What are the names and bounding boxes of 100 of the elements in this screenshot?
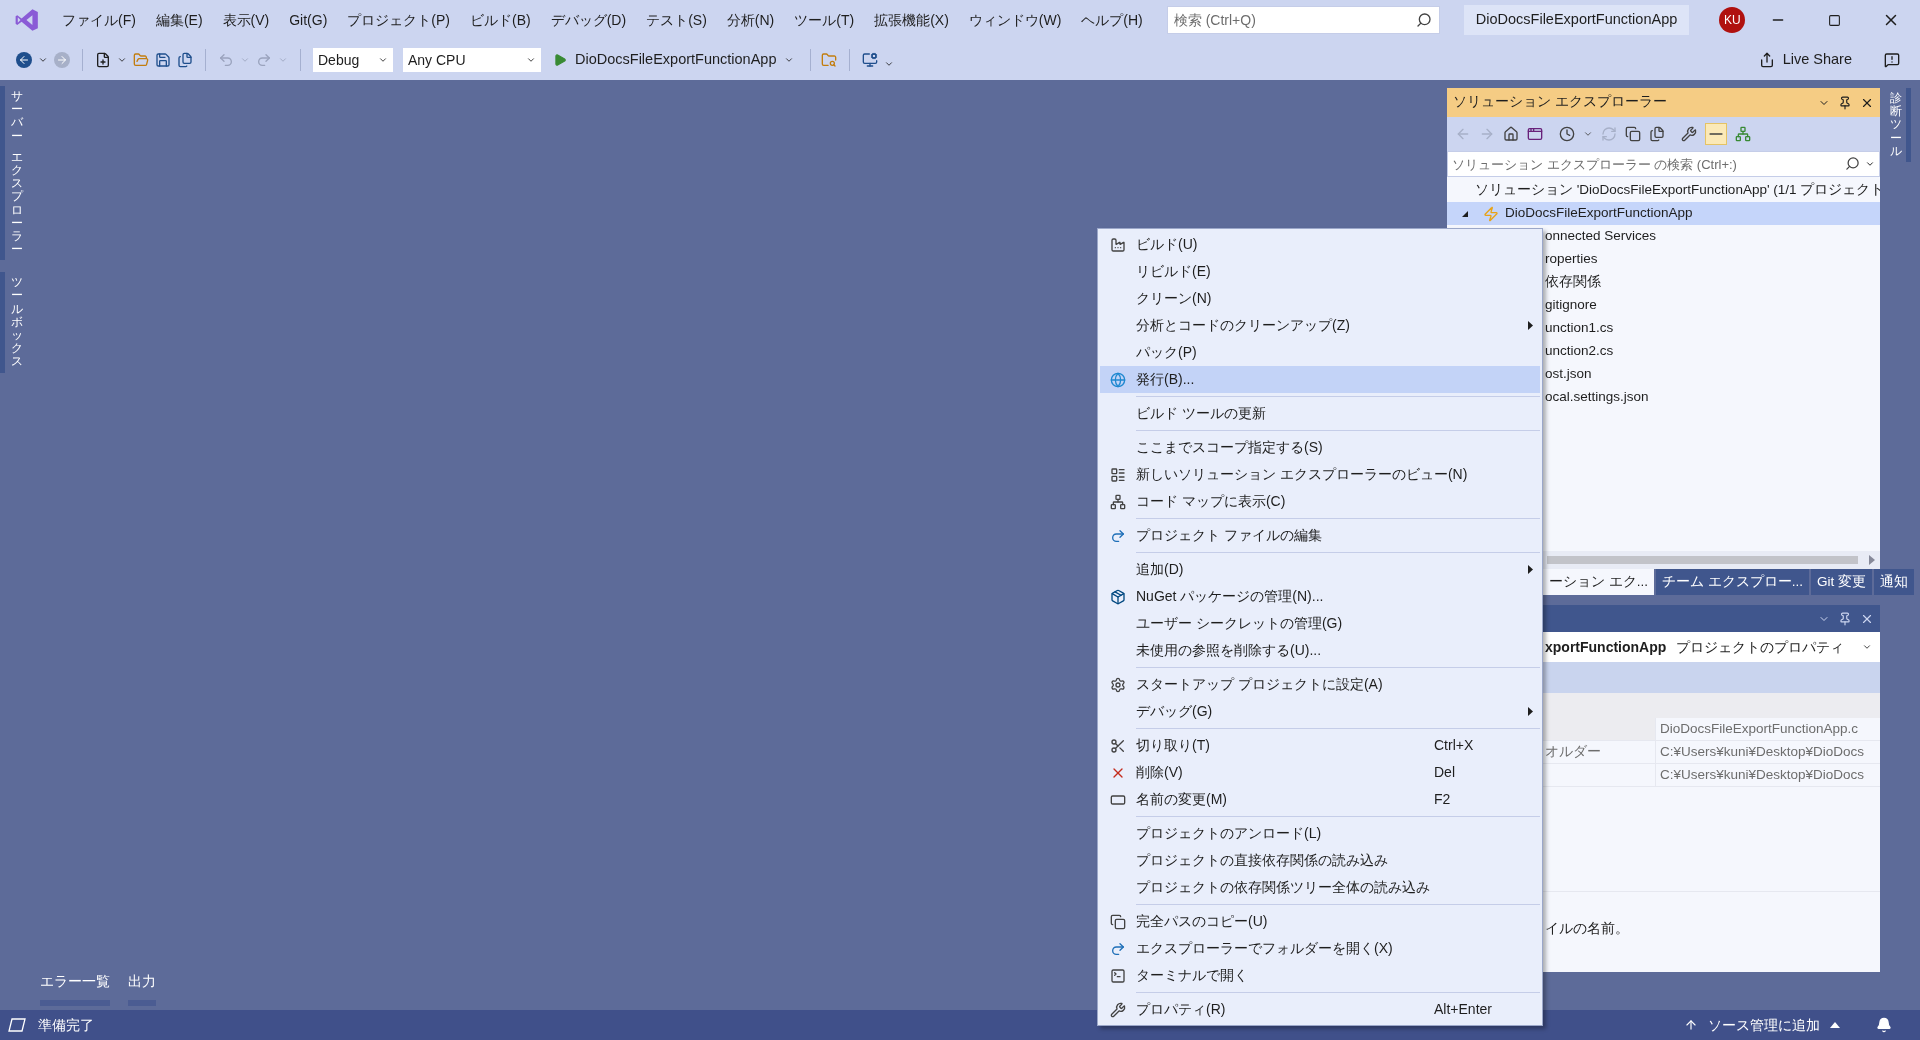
menu-item[interactable]: リビルド(E) [1100, 258, 1540, 285]
live-share-button[interactable]: Live Share [1752, 46, 1858, 74]
source-control-button[interactable]: ソース管理に追加 [1708, 1014, 1840, 1036]
menu-item[interactable]: スタートアップ プロジェクトに設定(A) [1100, 671, 1540, 698]
menu-item[interactable]: パック(P) [1100, 339, 1540, 366]
back-icon[interactable] [16, 52, 32, 68]
property-value: DioDocsFileExportFunctionApp.c [1655, 718, 1880, 740]
menu-item[interactable]: デバッグ(D) [540, 5, 637, 35]
wrench-icon [1110, 1001, 1126, 1018]
tree-item-label: gitignore [1545, 296, 1597, 315]
caret-icon[interactable] [884, 59, 895, 69]
caret-icon [1862, 642, 1872, 652]
panel-tab[interactable]: チーム エクスプロー... [1656, 569, 1810, 595]
start-button[interactable]: DioDocsFileExportFunctionApp [547, 47, 801, 73]
menu-item[interactable]: ウィンドウ(W) [958, 5, 1072, 35]
scrollbar-thumb[interactable] [1547, 556, 1858, 564]
menu-item[interactable]: テスト(S) [636, 5, 717, 35]
menu-item[interactable]: 完全パスのコピー(U) [1100, 908, 1540, 935]
menu-item[interactable]: エクスプローラーでフォルダーを開く(X) [1100, 935, 1540, 962]
menu-item[interactable]: コード マップに表示(C) [1100, 488, 1540, 515]
menu-item[interactable]: ここまでスコープ指定する(S) [1100, 434, 1540, 461]
menu-item[interactable]: ビルド(B) [460, 5, 541, 35]
caret-up-icon [1830, 1022, 1840, 1028]
bell-icon[interactable] [1876, 1017, 1892, 1033]
caret-icon[interactable] [38, 55, 48, 65]
caret-icon[interactable] [1583, 129, 1593, 139]
caret-icon[interactable] [1865, 159, 1875, 169]
tree-item-label: ocal.settings.json [1545, 388, 1649, 407]
expanded-icon[interactable] [1461, 209, 1469, 218]
menu-item[interactable]: 拡張機能(X) [864, 5, 959, 35]
menu-item[interactable]: 分析(N) [716, 5, 785, 35]
list-window-icon [1110, 466, 1126, 483]
wrench-icon[interactable] [1681, 126, 1697, 142]
menu-item[interactable]: ビルド(U) [1100, 231, 1540, 258]
folder-search-icon[interactable] [821, 52, 838, 68]
menu-item[interactable]: 表示(V) [212, 5, 280, 35]
menu-item[interactable]: 新しいソリューション エクスプローラーのビュー(N) [1100, 461, 1540, 488]
tree-item[interactable]: ソリューション 'DioDocsFileExportFunctionApp' (1/1 プロジェクト [1447, 179, 1880, 202]
arrow-up-icon[interactable] [1684, 1018, 1698, 1032]
menu-item[interactable]: Git(G) [279, 5, 338, 35]
scroll-right-icon[interactable] [1868, 555, 1876, 565]
panel-tab[interactable]: 通知 [1874, 569, 1915, 595]
menu-item[interactable]: プロジェクト(P) [337, 5, 460, 35]
diagram-icon[interactable] [1735, 126, 1751, 142]
side-tab-label: サーバー [10, 90, 23, 143]
logo-icon[interactable] [14, 7, 40, 33]
home-icon[interactable] [1503, 126, 1519, 142]
menu-item[interactable]: プロジェクト ファイルの編集 [1100, 522, 1540, 549]
open-folder-icon[interactable] [133, 52, 149, 68]
search-field[interactable]: ソリューション エクスプローラー の検索 (Ctrl+:) [1447, 151, 1880, 177]
menu-item[interactable]: NuGet パッケージの管理(N)... [1100, 583, 1540, 610]
side-tab-label: ツールボックス [10, 276, 23, 369]
side-tab-label: エクスプローラー [10, 150, 23, 257]
share-icon [1758, 52, 1775, 68]
save-all-icon[interactable] [177, 52, 193, 68]
menu-item[interactable]: プロジェクトのアンロード(L) [1100, 820, 1540, 847]
preview-toggle-icon[interactable] [1705, 123, 1727, 145]
feedback-icon[interactable] [1884, 52, 1900, 68]
menu-item[interactable]: ヘルプ(H) [1071, 5, 1153, 35]
pin-icon[interactable] [1838, 611, 1852, 626]
show-files-icon[interactable] [1649, 126, 1665, 142]
panel-tab[interactable]: ーション エク... [1543, 569, 1654, 595]
save-icon[interactable] [155, 52, 171, 68]
clock-icon[interactable] [1559, 126, 1575, 142]
side-tab[interactable]: ツールボックス [0, 272, 26, 373]
menu-item[interactable]: ツール(T) [784, 5, 865, 35]
menu-item[interactable]: プロパティ(R) Alt+Enter [1100, 996, 1540, 1023]
menu-item[interactable]: ビルド ツールの更新 [1100, 400, 1540, 427]
menu-item[interactable]: ファイル(F) [52, 5, 146, 35]
menu-item[interactable]: ターミナルで開く [1100, 962, 1540, 989]
menu-item[interactable]: 分析とコードのクリーンアップ(Z) [1100, 312, 1540, 339]
property-value: C:¥Users¥kuni¥Desktop¥DioDocs [1655, 741, 1880, 763]
new-file-icon[interactable] [95, 52, 111, 68]
menu-item[interactable]: プロジェクトの依存関係ツリー全体の読み込み [1100, 874, 1540, 901]
panel-tab[interactable]: Git 変更 [1811, 569, 1873, 595]
maximize-icon[interactable] [1828, 13, 1841, 27]
caret-icon[interactable] [117, 55, 127, 65]
menu-item[interactable]: クリーン(N) [1100, 285, 1540, 312]
menu-item[interactable]: 発行(B)... [1100, 366, 1540, 393]
side-tab[interactable]: サーバー エクスプローラー [0, 86, 26, 261]
scissors-icon [1110, 737, 1126, 754]
side-tab[interactable]: 診断ツール [1889, 88, 1911, 162]
menu-item[interactable]: 名前の変更(M) F2 [1100, 786, 1540, 813]
menu-item[interactable]: 編集(E) [145, 5, 213, 35]
status-text: 準備完了 [38, 1015, 94, 1035]
tree-item-label: onnected Services [1545, 227, 1657, 246]
solution-view-icon[interactable] [1527, 126, 1543, 142]
menu-item[interactable]: プロジェクトの直接依存関係の読み込み [1100, 847, 1540, 874]
property-value: C:¥Users¥kuni¥Desktop¥DioDocs [1655, 764, 1880, 786]
collapse-icon[interactable] [1625, 126, 1641, 142]
platform-dropdown[interactable]: Any CPU [403, 48, 541, 72]
pin-icon[interactable] [1838, 95, 1852, 110]
package-icon [1110, 588, 1126, 605]
search-field[interactable]: 検索 (Ctrl+Q) [1166, 6, 1440, 34]
tree-item[interactable]: DioDocsFileExportFunctionApp [1447, 202, 1880, 225]
menu-item[interactable]: 追加(D) [1100, 556, 1540, 583]
browser-icon[interactable] [862, 52, 879, 68]
avatar[interactable]: KU [1719, 7, 1746, 33]
globe-icon [1110, 371, 1126, 388]
configuration-dropdown[interactable]: Debug [313, 48, 393, 72]
